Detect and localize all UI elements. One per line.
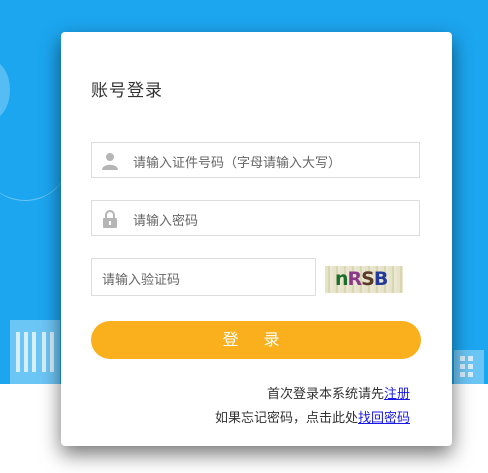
password-placeholder: 请输入密码 (133, 214, 199, 229)
decorative-swoosh (0, 130, 70, 201)
captcha-placeholder: 请输入验证码 (102, 273, 181, 288)
id-number-placeholder: 请输入证件号码（字母请输入大写） (133, 156, 342, 171)
decorative-circle (0, 60, 10, 120)
id-number-input[interactable]: 请输入证件号码（字母请输入大写） (91, 142, 420, 178)
recover-note: 如果忘记密码，点击此处找回密码 (215, 407, 410, 426)
login-card: 账号登录 请输入证件号码（字母请输入大写） 请输入密码 请输入验证码 nRSB … (61, 32, 452, 446)
lock-icon (103, 210, 117, 228)
password-input[interactable]: 请输入密码 (91, 200, 420, 236)
captcha-input[interactable]: 请输入验证码 (91, 258, 316, 296)
captcha-text: nRSB (335, 268, 388, 290)
building-illustration-left (10, 320, 60, 384)
building-illustration-right (454, 350, 484, 384)
register-note: 首次登录本系统请先注册 (267, 383, 410, 402)
recover-password-link[interactable]: 找回密码 (358, 411, 410, 426)
login-title: 账号登录 (91, 81, 163, 101)
login-button[interactable]: 登 录 (91, 321, 421, 359)
captcha-image[interactable]: nRSB (325, 266, 403, 293)
recover-prompt: 如果忘记密码，点击此处 (214, 411, 358, 426)
register-link[interactable]: 注册 (384, 387, 410, 402)
user-icon (102, 153, 118, 170)
register-prompt: 首次登录本系统请先 (266, 387, 384, 402)
